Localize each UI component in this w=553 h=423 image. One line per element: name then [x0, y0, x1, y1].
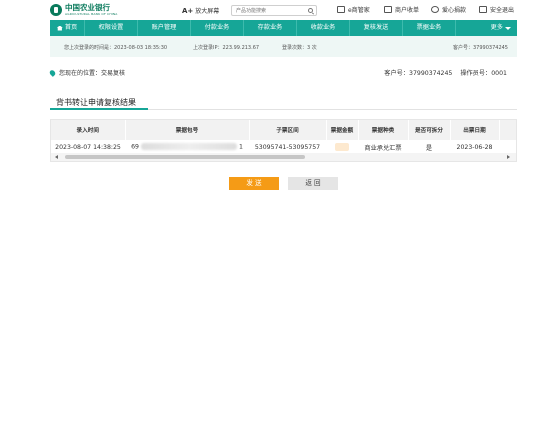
home-icon	[56, 25, 63, 31]
col-splittable: 是否可拆分	[408, 120, 451, 140]
cell-entry-time: 2023-08-07 14:38:25	[55, 143, 121, 151]
search-icon[interactable]	[308, 8, 313, 13]
chevron-down-icon	[505, 26, 511, 30]
col-bill-package: 票据包号	[125, 120, 250, 140]
title-underline	[50, 108, 148, 110]
top-bar: 中国农业银行 AGRICULTURAL BANK OF CHINA A+ 放大屏…	[0, 0, 553, 20]
abc-logo-icon	[50, 4, 62, 16]
col-entry-time: 录入时间	[51, 120, 126, 140]
cell-splittable: 是	[425, 144, 433, 152]
bank-name-en: AGRICULTURAL BANK OF CHINA	[65, 12, 118, 16]
nav-item-payments[interactable]: 付款业务	[191, 20, 244, 36]
cell-amount	[326, 140, 358, 154]
main-nav: 首页 权限设置 账户管理 付款业务 存款业务 收款业务 复核发送 票据业务 更多	[50, 20, 517, 36]
location-pin-icon	[48, 68, 57, 77]
customer-number: 客户号：37990374245	[384, 70, 453, 77]
last-login-time: 您上次登录的时间是：2023-08-03 18:35:30	[64, 45, 168, 51]
scroll-thumb[interactable]	[65, 155, 305, 159]
redacted-amount	[335, 143, 349, 151]
logout-icon	[479, 6, 487, 13]
merchant-acquiring-link[interactable]: 商户收单	[384, 5, 419, 14]
col-bill-type: 票据种类	[358, 120, 409, 140]
cell-issue-date: 2023-06-28	[456, 143, 493, 151]
cell-bill-package: 69 1	[131, 143, 243, 151]
nav-item-deposits[interactable]: 存款业务	[244, 20, 297, 36]
col-issue-date: 出票日期	[450, 120, 500, 140]
page-title: 背书转让申请复核结果	[56, 98, 136, 107]
nav-item-permissions[interactable]: 权限设置	[85, 20, 138, 36]
tool-label: e商管家	[348, 7, 370, 14]
scroll-left-icon[interactable]	[55, 155, 58, 159]
donation-icon	[431, 6, 439, 13]
ecommerce-icon	[337, 6, 345, 13]
login-info-bar: 您上次登录的时间是：2023-08-03 18:35:30 上次登录IP：223…	[50, 36, 517, 57]
nav-item-home[interactable]: 首页	[50, 20, 85, 36]
info-account-number: 客户号：37990374245	[453, 45, 508, 51]
redacted-value	[140, 143, 237, 151]
nav-item-accounts[interactable]: 账户管理	[138, 20, 191, 36]
nav-item-collections[interactable]: 收款业务	[297, 20, 350, 36]
logout-link[interactable]: 安全退出	[479, 5, 514, 14]
zoom-icon: A+	[182, 7, 194, 15]
zoom-screen-button[interactable]: A+ 放大屏幕	[182, 6, 219, 15]
cell-bill-type: 商业承兑汇票	[364, 144, 402, 152]
scroll-right-icon[interactable]	[507, 155, 510, 159]
tool-label: 商户收单	[395, 7, 420, 14]
search-box	[231, 5, 317, 16]
breadcrumb: 您现在的位置：交易复核	[48, 68, 126, 77]
col-sub-range: 子票区间	[249, 120, 327, 140]
bank-logo: 中国农业银行 AGRICULTURAL BANK OF CHINA	[50, 4, 118, 16]
nav-item-bills[interactable]: 票据业务	[403, 20, 456, 36]
login-count: 登录次数：3 次	[282, 45, 317, 51]
operator-number: 操作员号：0001	[460, 70, 507, 77]
horizontal-scrollbar[interactable]	[51, 153, 516, 161]
nav-item-review-send[interactable]: 复核发送	[350, 20, 403, 36]
cell-sub-range: 53095741-53095757	[254, 143, 321, 151]
divider	[148, 109, 517, 110]
nav-more-button[interactable]: 更多	[491, 20, 511, 36]
zoom-label: 放大屏幕	[195, 8, 220, 15]
tool-label: 爱心捐款	[442, 7, 467, 14]
search-input[interactable]	[232, 6, 302, 16]
cell-due-date: 2023	[499, 140, 516, 154]
table-row: 2023-08-07 14:38:25 69 1 53095741-530957…	[51, 140, 516, 154]
breadcrumb-text: 您现在的位置：交易复核	[59, 70, 126, 77]
back-button[interactable]: 返 回	[288, 177, 338, 190]
last-login-ip: 上次登录IP：223.99.213.67	[193, 45, 260, 51]
results-table: 录入时间 票据包号 子票区间 票据金额 票据种类 是否可拆分 出票日期 到期 2…	[50, 119, 517, 162]
account-info: 客户号：37990374245 操作员号：0001	[378, 68, 507, 77]
donation-link[interactable]: 爱心捐款	[431, 5, 466, 14]
bank-name: 中国农业银行	[65, 3, 110, 12]
col-amount: 票据金额	[326, 120, 359, 140]
tool-label: 安全退出	[490, 7, 515, 14]
col-due-date: 到期	[499, 120, 516, 140]
ecommerce-manager-link[interactable]: e商管家	[337, 5, 370, 14]
send-button[interactable]: 发 送	[229, 177, 279, 190]
table-header-row: 录入时间 票据包号 子票区间 票据金额 票据种类 是否可拆分 出票日期 到期	[51, 120, 516, 140]
merchant-icon	[384, 6, 392, 13]
